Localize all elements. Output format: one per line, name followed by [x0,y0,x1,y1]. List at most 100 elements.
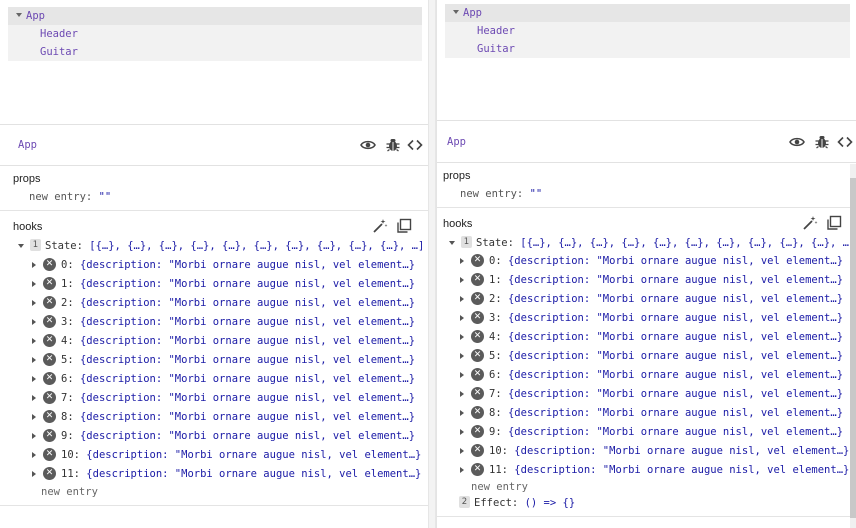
expand-triangle-icon[interactable] [32,337,36,344]
eye-icon[interactable] [789,134,805,150]
collapse-triangle-icon[interactable] [18,243,24,248]
remove-entry-icon[interactable]: ✕ [471,443,484,457]
state-item-row[interactable]: ✕ 9: {description: "Morbi ornare augue ni… [460,423,843,442]
remove-entry-icon[interactable]: ✕ [471,272,484,286]
expand-triangle-icon[interactable] [32,451,36,458]
state-item-row[interactable]: ✕ 4: {description: "Morbi ornare augue ni… [460,328,843,347]
remove-entry-icon[interactable]: ✕ [43,257,56,271]
remove-entry-icon[interactable]: ✕ [43,276,56,290]
state-item-row[interactable]: ✕ 6: {description: "Morbi ornare augue ni… [460,366,843,385]
state-item-row[interactable]: ✕ 3: {description: "Morbi ornare augue ni… [32,313,415,332]
expand-triangle-icon[interactable] [32,299,36,306]
state-item-row[interactable]: ✕ 5: {description: "Morbi ornare augue ni… [460,347,843,366]
expand-triangle-icon[interactable] [32,375,36,382]
state-item-row[interactable]: ✕ 7: {description: "Morbi ornare augue ni… [460,385,843,404]
tree-item-guitar[interactable]: Guitar [445,40,850,58]
caret-down-icon[interactable] [453,10,459,15]
expand-triangle-icon[interactable] [32,394,36,401]
remove-entry-icon[interactable]: ✕ [43,371,56,385]
magic-wand-icon[interactable] [372,218,388,234]
remove-entry-icon[interactable]: ✕ [471,424,484,438]
tree-item-app[interactable]: App [8,7,422,25]
remove-entry-icon[interactable]: ✕ [471,348,484,362]
remove-entry-icon[interactable]: ✕ [43,295,56,309]
expand-triangle-icon[interactable] [460,466,464,473]
state-item-row[interactable]: ✕ 10: {description: "Morbi ornare augue n… [32,446,421,465]
caret-down-icon[interactable] [16,13,22,18]
expand-triangle-icon[interactable] [32,280,36,287]
eye-icon[interactable] [360,137,376,153]
copy-icon[interactable] [826,215,842,231]
expand-triangle-icon[interactable] [460,447,464,454]
code-icon[interactable] [837,134,853,150]
remove-entry-icon[interactable]: ✕ [471,386,484,400]
expand-triangle-icon[interactable] [460,276,464,283]
expand-triangle-icon[interactable] [460,257,464,264]
remove-entry-icon[interactable]: ✕ [471,405,484,419]
expand-triangle-icon[interactable] [460,371,464,378]
state-new-entry[interactable]: new entry [471,481,528,493]
remove-entry-icon[interactable]: ✕ [43,447,56,461]
expand-triangle-icon[interactable] [460,314,464,321]
remove-entry-icon[interactable]: ✕ [43,314,56,328]
expand-triangle-icon[interactable] [32,261,36,268]
state-new-entry[interactable]: new entry [41,486,98,498]
remove-entry-icon[interactable]: ✕ [43,333,56,347]
expand-triangle-icon[interactable] [32,356,36,363]
expand-triangle-icon[interactable] [32,318,36,325]
tree-item-header[interactable]: Header [445,22,850,40]
hook-effect-row[interactable]: 2 Effect: () => {} [459,494,575,513]
remove-entry-icon[interactable]: ✕ [471,462,484,476]
expand-triangle-icon[interactable] [460,428,464,435]
remove-entry-icon[interactable]: ✕ [43,428,56,442]
props-new-entry[interactable]: new entry: "" [460,188,542,200]
remove-entry-icon[interactable]: ✕ [471,329,484,343]
state-item-row[interactable]: ✕ 5: {description: "Morbi ornare augue ni… [32,351,415,370]
copy-icon[interactable] [396,218,412,234]
remove-entry-icon[interactable]: ✕ [43,352,56,366]
tree-item-guitar[interactable]: Guitar [8,43,422,61]
expand-triangle-icon[interactable] [32,413,36,420]
expand-triangle-icon[interactable] [32,432,36,439]
remove-entry-icon[interactable]: ✕ [43,409,56,423]
collapse-triangle-icon[interactable] [449,240,455,245]
state-item-row[interactable]: ✕ 11: {description: "Morbi ornare augue n… [460,461,849,480]
magic-wand-icon[interactable] [802,215,818,231]
remove-entry-icon[interactable]: ✕ [43,390,56,404]
state-item-row[interactable]: ✕ 1: {description: "Morbi ornare augue ni… [32,275,415,294]
state-item-row[interactable]: ✕ 0: {description: "Morbi ornare augue ni… [460,252,843,271]
code-icon[interactable] [407,137,423,153]
state-item-row[interactable]: ✕ 3: {description: "Morbi ornare augue ni… [460,309,843,328]
state-item-row[interactable]: ✕ 11: {description: "Morbi ornare augue n… [32,465,421,484]
state-item-row[interactable]: ✕ 1: {description: "Morbi ornare augue ni… [460,271,843,290]
state-item-row[interactable]: ✕ 7: {description: "Morbi ornare augue ni… [32,389,415,408]
state-item-row[interactable]: ✕ 8: {description: "Morbi ornare augue ni… [32,408,415,427]
bug-icon[interactable] [385,137,401,153]
state-item-row[interactable]: ✕ 10: {description: "Morbi ornare augue n… [460,442,849,461]
props-new-entry[interactable]: new entry: "" [29,191,111,203]
state-item-row[interactable]: ✕ 2: {description: "Morbi ornare augue ni… [32,294,415,313]
expand-triangle-icon[interactable] [460,390,464,397]
state-item-row[interactable]: ✕ 4: {description: "Morbi ornare augue ni… [32,332,415,351]
hook-state-row[interactable]: 1 State: [{…}, {…}, {…}, {…}, {…}, {…}, {… [449,234,855,253]
panel-divider[interactable] [428,0,436,528]
remove-entry-icon[interactable]: ✕ [471,253,484,267]
tree-item-app[interactable]: App [445,4,850,22]
expand-triangle-icon[interactable] [32,470,36,477]
bug-icon[interactable] [814,134,830,150]
state-item-row[interactable]: ✕ 9: {description: "Morbi ornare augue ni… [32,427,415,446]
state-item-row[interactable]: ✕ 2: {description: "Morbi ornare augue ni… [460,290,843,309]
state-item-row[interactable]: ✕ 6: {description: "Morbi ornare augue ni… [32,370,415,389]
scrollbar-thumb[interactable] [850,178,856,518]
remove-entry-icon[interactable]: ✕ [471,310,484,324]
remove-entry-icon[interactable]: ✕ [471,291,484,305]
remove-entry-icon[interactable]: ✕ [43,466,56,480]
expand-triangle-icon[interactable] [460,295,464,302]
state-item-row[interactable]: ✕ 8: {description: "Morbi ornare augue ni… [460,404,843,423]
remove-entry-icon[interactable]: ✕ [471,367,484,381]
tree-item-header[interactable]: Header [8,25,422,43]
expand-triangle-icon[interactable] [460,409,464,416]
expand-triangle-icon[interactable] [460,352,464,359]
expand-triangle-icon[interactable] [460,333,464,340]
hook-state-row[interactable]: 1 State: [{…}, {…}, {…}, {…}, {…}, {…}, {… [18,237,424,256]
